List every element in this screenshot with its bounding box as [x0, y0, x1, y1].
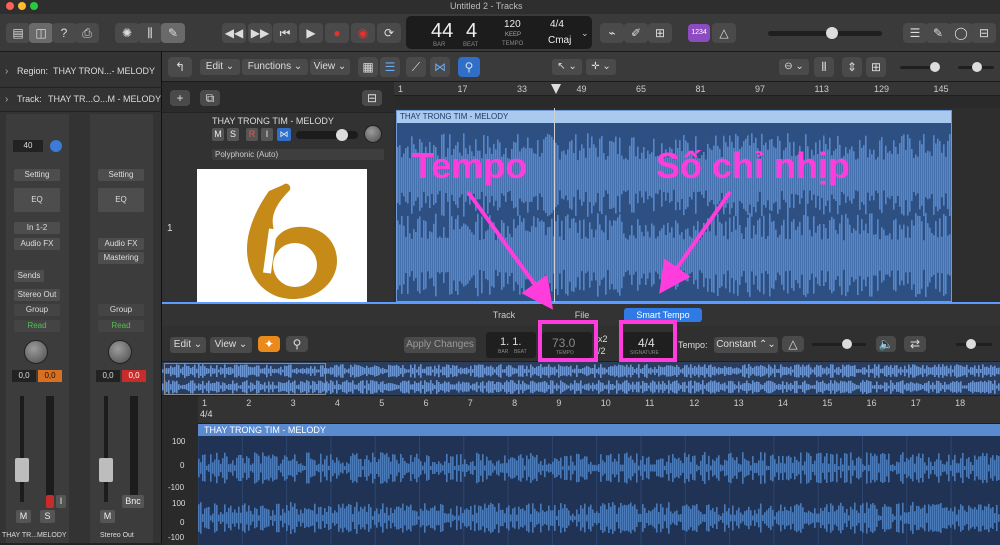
- signature-arrow: [659, 190, 732, 294]
- signature-highlight-box: [619, 320, 677, 362]
- annotation-arrows: [466, 190, 732, 310]
- tempo-highlight-box: [538, 320, 598, 362]
- tempo-arrow: [466, 190, 554, 310]
